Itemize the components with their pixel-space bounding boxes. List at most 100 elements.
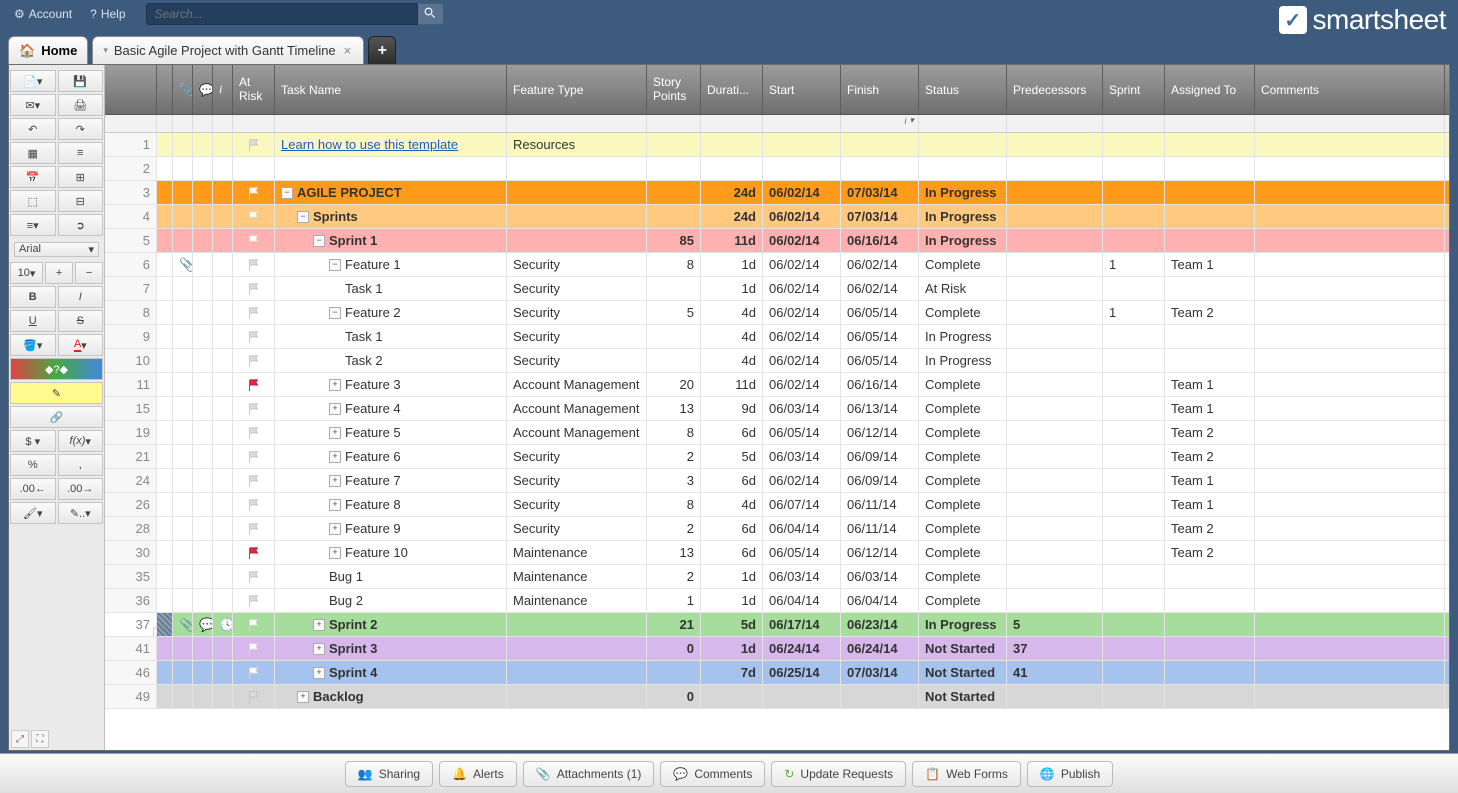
cell-pred[interactable] [1007, 373, 1103, 396]
cell-disc[interactable] [193, 565, 213, 588]
cell-status[interactable]: Complete [919, 541, 1007, 564]
cell-disc[interactable] [193, 517, 213, 540]
cell-task[interactable]: −Sprint 1 [275, 229, 507, 252]
cell-pred[interactable] [1007, 685, 1103, 708]
cell-status[interactable]: At Risk [919, 277, 1007, 300]
tb-percent[interactable]: % [10, 454, 56, 476]
cell-start[interactable]: 06/17/14 [763, 613, 841, 636]
cell-status[interactable]: Complete [919, 253, 1007, 276]
cell-task[interactable]: Task 1 [275, 277, 507, 300]
cell-comments[interactable] [1255, 469, 1445, 492]
tab-close-icon[interactable]: × [342, 43, 354, 58]
cell-sprint[interactable] [1103, 565, 1165, 588]
template-link[interactable]: Learn how to use this template [281, 137, 458, 152]
cell-dur[interactable]: 24d [701, 205, 763, 228]
cell-sp[interactable]: 8 [647, 421, 701, 444]
expand-icon[interactable]: + [313, 643, 325, 655]
cell-assign[interactable] [1165, 637, 1255, 660]
cell-info[interactable] [213, 325, 233, 348]
flag-icon[interactable] [247, 522, 261, 536]
cell-pred[interactable] [1007, 397, 1103, 420]
tb-mail[interactable]: ✉▾ [10, 94, 56, 116]
cell-start[interactable]: 06/03/14 [763, 445, 841, 468]
cell-finish[interactable]: 06/05/14 [841, 325, 919, 348]
flag-icon[interactable] [247, 426, 261, 440]
cell-attach[interactable] [173, 277, 193, 300]
flag-icon[interactable] [247, 666, 261, 680]
cell-status[interactable]: Complete [919, 589, 1007, 612]
cell-attach[interactable] [173, 205, 193, 228]
cell-disc[interactable] [193, 349, 213, 372]
table-row[interactable]: 3−AGILE PROJECT24d06/02/1407/03/14In Pro… [105, 181, 1449, 205]
cell-disc[interactable] [193, 661, 213, 684]
cell-dur[interactable]: 5d [701, 445, 763, 468]
filter-indicator-icon[interactable]: i ▾ [841, 115, 918, 126]
cell-attach[interactable] [173, 133, 193, 156]
cell-assign[interactable]: Team 2 [1165, 541, 1255, 564]
cell-dur[interactable]: 1d [701, 565, 763, 588]
cell-start[interactable]: 06/02/14 [763, 181, 841, 204]
cell-atrisk[interactable] [233, 301, 275, 324]
table-row[interactable]: 5−Sprint 18511d06/02/1406/16/14In Progre… [105, 229, 1449, 253]
cell-assign[interactable] [1165, 133, 1255, 156]
tb-redo[interactable]: ↷ [58, 118, 104, 140]
cell-sel[interactable] [157, 589, 173, 612]
cell-comments[interactable] [1255, 445, 1445, 468]
cell-info[interactable] [213, 637, 233, 660]
cell-status[interactable] [919, 133, 1007, 156]
cell-assign[interactable]: Team 2 [1165, 421, 1255, 444]
cell-disc[interactable] [193, 397, 213, 420]
cell-task[interactable]: +Feature 10 [275, 541, 507, 564]
cell-task[interactable]: +Backlog [275, 685, 507, 708]
cell-task[interactable]: +Feature 7 [275, 469, 507, 492]
cell-task[interactable]: Task 2 [275, 349, 507, 372]
cell-info[interactable] [213, 253, 233, 276]
cell-ftype[interactable] [507, 613, 647, 636]
cell-start[interactable]: 06/02/14 [763, 469, 841, 492]
cell-assign[interactable] [1165, 349, 1255, 372]
cell-comments[interactable] [1255, 421, 1445, 444]
cell-rownum[interactable]: 7 [105, 277, 157, 300]
cell-sprint[interactable] [1103, 325, 1165, 348]
cell-pred[interactable] [1007, 421, 1103, 444]
table-row[interactable]: 15+Feature 4Account Management139d06/03/… [105, 397, 1449, 421]
cell-status[interactable]: In Progress [919, 181, 1007, 204]
col-assign[interactable]: Assigned To [1165, 65, 1255, 114]
cell-pred[interactable] [1007, 445, 1103, 468]
tab-add[interactable]: + [368, 36, 396, 64]
tb-function[interactable]: f(x)▾ [58, 430, 104, 452]
expand-icon[interactable]: − [313, 235, 325, 247]
cell-pred[interactable] [1007, 325, 1103, 348]
cell-disc[interactable] [193, 157, 213, 180]
col-finish[interactable]: Finish [841, 65, 919, 114]
cell-attach[interactable] [173, 661, 193, 684]
cell-info[interactable] [213, 373, 233, 396]
cell-start[interactable]: 06/02/14 [763, 301, 841, 324]
cell-ftype[interactable]: Security [507, 445, 647, 468]
cell-ftype[interactable] [507, 229, 647, 252]
cell-disc[interactable] [193, 253, 213, 276]
cell-atrisk[interactable] [233, 613, 275, 636]
filter-pred[interactable] [1007, 115, 1103, 132]
cell-info[interactable] [213, 421, 233, 444]
cell-sprint[interactable] [1103, 613, 1165, 636]
cell-sprint[interactable] [1103, 133, 1165, 156]
cell-sel[interactable] [157, 181, 173, 204]
cell-dur[interactable]: 4d [701, 325, 763, 348]
tb-lock[interactable]: ⊟ [58, 190, 104, 212]
col-task[interactable]: Task Name [275, 65, 507, 114]
cell-disc[interactable]: 💬 [193, 613, 213, 636]
cell-finish[interactable]: 07/03/14 [841, 205, 919, 228]
cell-assign[interactable] [1165, 661, 1255, 684]
cell-dur[interactable]: 7d [701, 661, 763, 684]
cell-dur[interactable]: 6d [701, 421, 763, 444]
tb-thousand[interactable]: , [58, 454, 104, 476]
cell-start[interactable]: 06/05/14 [763, 541, 841, 564]
help-link[interactable]: ? Help [90, 7, 125, 21]
cell-dur[interactable]: 1d [701, 589, 763, 612]
cell-task[interactable]: +Sprint 2 [275, 613, 507, 636]
cell-finish[interactable] [841, 133, 919, 156]
cell-sel[interactable] [157, 397, 173, 420]
cell-status[interactable]: In Progress [919, 229, 1007, 252]
flag-icon[interactable] [247, 450, 261, 464]
